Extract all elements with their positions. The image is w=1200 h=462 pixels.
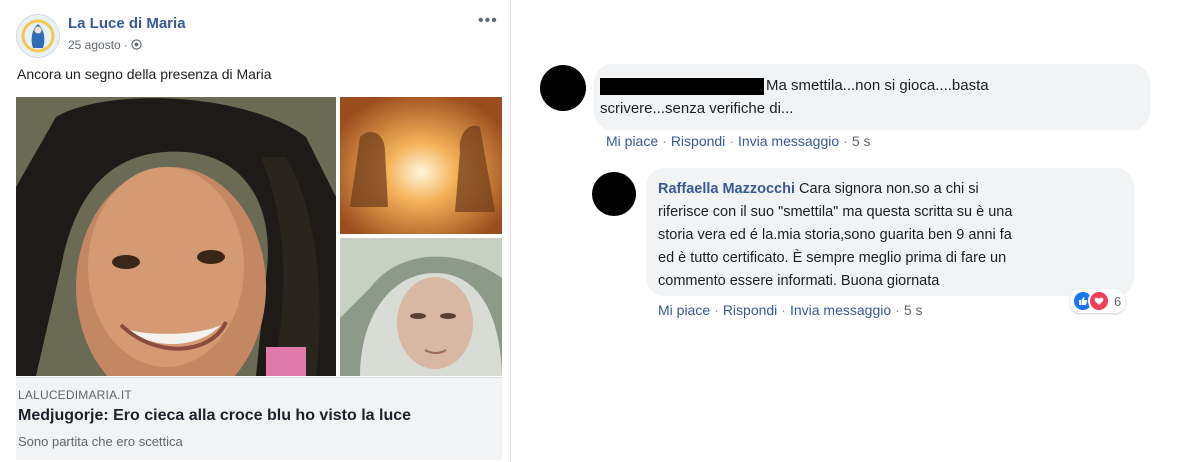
reply-text-line1: Cara signora non.so a chi si xyxy=(799,181,979,197)
link-domain: LALUCEDIMARIA.IT xyxy=(18,388,132,402)
reply-bubble: Raffaella Mazzocchi Cara signora non.so … xyxy=(646,168,1134,296)
comment-bubble: Ma smettila...non si gioca....basta scri… xyxy=(594,64,1150,130)
reply-text-line3: storia vera ed é la.mia storia,sono guar… xyxy=(658,227,1012,243)
comment-text-line1: Ma smettila...non si gioca....basta xyxy=(766,77,989,94)
reply-link[interactable]: Rispondi xyxy=(671,133,725,149)
link-title[interactable]: Medjugorje: Ero cieca alla croce blu ho … xyxy=(18,407,411,425)
more-options-icon[interactable]: ••• xyxy=(478,12,498,30)
post-date-text[interactable]: 25 agosto xyxy=(68,38,121,52)
reply-reply-link[interactable]: Rispondi xyxy=(723,302,777,318)
reply-text-line4: ed è tutto certificato. È sempre meglio … xyxy=(658,250,1007,266)
reply-actions: Mi piace · Rispondi · Invia messaggio · 5 s xyxy=(658,302,923,318)
post-date: 25 agosto · xyxy=(68,38,142,52)
link-description: Sono partita che ero scettica xyxy=(18,434,183,449)
reactions-summary[interactable]: 6 xyxy=(1070,289,1126,313)
comment-time[interactable]: 5 s xyxy=(852,133,871,149)
facebook-post: La Luce di Maria 25 agosto · ••• Ancora u… xyxy=(4,0,511,462)
reply-text-line2: riferisce con il suo "smettila" ma quest… xyxy=(658,204,1013,220)
reaction-count: 6 xyxy=(1114,293,1122,309)
post-text: Ancora un segno della presenza di Maria xyxy=(17,66,272,82)
comment-actions: Mi piace · Rispondi · Invia messaggio · 5 s xyxy=(606,133,871,149)
love-reaction-icon xyxy=(1088,290,1110,312)
reply-like-link[interactable]: Mi piace xyxy=(658,302,710,318)
reply-author-name[interactable]: Raffaella Mazzocchi xyxy=(658,181,795,197)
commenter-avatar[interactable] xyxy=(540,65,586,111)
link-preview[interactable]: LALUCEDIMARIA.IT Medjugorje: Ero cieca a… xyxy=(16,377,502,460)
post-image-madonna[interactable] xyxy=(340,238,502,376)
post-image-woman[interactable] xyxy=(16,97,336,376)
comment-text-line2: scrivere...senza verifiche di... xyxy=(600,100,794,117)
reply-send-message-link[interactable]: Invia messaggio xyxy=(790,302,891,318)
send-message-link[interactable]: Invia messaggio xyxy=(738,133,839,149)
reply-text-line5: commento essere informati. Buona giornat… xyxy=(658,273,940,289)
redacted-author-name xyxy=(600,78,764,95)
page-avatar[interactable] xyxy=(16,14,60,58)
reply-time[interactable]: 5 s xyxy=(904,302,923,318)
like-link[interactable]: Mi piace xyxy=(606,133,658,149)
post-image-light[interactable] xyxy=(340,97,502,234)
globe-icon xyxy=(131,39,142,50)
page-name[interactable]: La Luce di Maria xyxy=(68,15,186,32)
reply-author-avatar[interactable] xyxy=(592,172,636,216)
